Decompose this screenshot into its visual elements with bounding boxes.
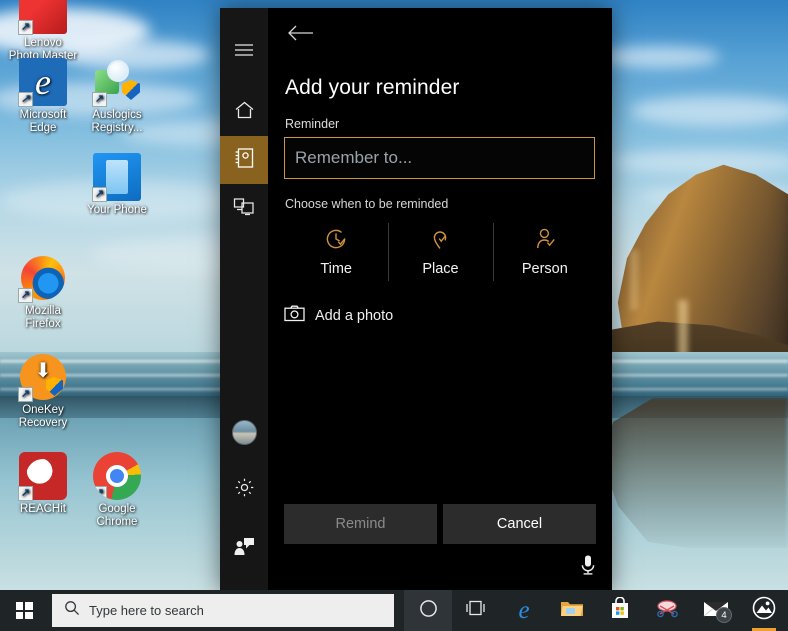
cortana-button[interactable] <box>404 590 452 631</box>
hamburger-menu-button[interactable] <box>220 28 268 76</box>
home-icon <box>234 100 255 125</box>
snipping-tool-button[interactable] <box>644 590 692 631</box>
desktop-icon-label: Google Chrome <box>96 503 138 528</box>
desktop-icon-auslogics-registry[interactable]: Auslogics Registry... <box>74 58 160 135</box>
choice-time[interactable]: Time <box>284 221 388 285</box>
search-icon <box>64 600 80 621</box>
sidebar-item-home[interactable] <box>220 88 268 136</box>
add-photo-label: Add a photo <box>315 308 394 324</box>
back-row <box>284 8 597 62</box>
desktop-icon-lenovo-photo-master[interactable]: Lenovo Photo Master <box>0 0 86 63</box>
taskbar: Type here to search e 4 <box>0 590 788 631</box>
choice-place[interactable]: Place <box>388 221 492 285</box>
map-pin-check-icon <box>428 227 452 256</box>
reminder-trigger-choices: Time Place Person <box>284 221 597 285</box>
hamburger-icon <box>234 43 254 62</box>
task-view-icon <box>465 599 487 622</box>
cortana-panel: Add your reminder Reminder Choose when t… <box>220 8 612 592</box>
choice-label: Person <box>521 261 568 277</box>
microphone-icon <box>579 554 597 581</box>
photos-button[interactable] <box>740 590 788 631</box>
cortana-rail <box>220 8 268 592</box>
desktop-icon-label: Microsoft Edge <box>19 109 67 134</box>
gear-icon <box>234 477 255 503</box>
choice-label: Place <box>422 261 459 277</box>
firefox-icon <box>18 254 67 303</box>
microphone-button[interactable] <box>577 554 599 580</box>
desktop-icon-onekey-recovery[interactable]: ⬇ OneKey Recovery <box>0 353 86 430</box>
desktop-icon-your-phone[interactable]: Your Phone <box>74 153 160 217</box>
devices-icon <box>233 196 255 221</box>
windows-start-icon <box>15 602 33 619</box>
user-account-button[interactable] <box>220 408 268 456</box>
cortana-content: Add your reminder Reminder Choose when t… <box>268 8 613 592</box>
feedback-icon <box>233 536 255 561</box>
clock-check-icon <box>324 227 348 256</box>
desktop-icon-label: REACHit <box>19 503 66 515</box>
chrome-icon <box>93 452 141 500</box>
choose-when-label: Choose when to be reminded <box>285 197 449 211</box>
taskbar-search-box[interactable]: Type here to search <box>52 594 394 627</box>
notebook-icon <box>234 147 255 174</box>
mail-badge-count: 4 <box>716 607 732 623</box>
cloud <box>630 96 788 126</box>
choice-person[interactable]: Person <box>492 221 597 285</box>
cancel-button[interactable]: Cancel <box>443 504 596 544</box>
desktop-icon-label: Mozilla Firefox <box>25 305 61 330</box>
folder-icon <box>560 598 584 623</box>
person-check-icon <box>533 227 557 256</box>
desktop-icon-mozilla-firefox[interactable]: Mozilla Firefox <box>0 254 86 331</box>
sidebar-item-notebook[interactable] <box>220 136 268 184</box>
auslogics-registry-icon <box>92 58 141 107</box>
snip-scissors-icon <box>655 597 681 624</box>
lenovo-photo-master-icon <box>18 0 67 35</box>
desktop-icon-label: Auslogics Registry... <box>91 109 143 134</box>
action-buttons: Remind Cancel <box>284 504 596 544</box>
cortana-circle-icon <box>419 599 438 623</box>
edge-icon: e <box>518 597 530 624</box>
store-bag-icon <box>610 596 630 624</box>
microsoft-store-button[interactable] <box>596 590 644 631</box>
page-title: Add your reminder <box>285 76 460 99</box>
back-arrow-icon <box>287 24 315 47</box>
file-explorer-button[interactable] <box>548 590 596 631</box>
cloud <box>612 150 788 174</box>
remind-button[interactable]: Remind <box>284 504 437 544</box>
desktop-icon-google-chrome[interactable]: Google Chrome <box>74 452 160 529</box>
edge-taskbar-button[interactable]: e <box>500 590 548 631</box>
rock-highlight <box>630 250 638 310</box>
desktop-icon-label: OneKey Recovery <box>18 404 68 429</box>
reminder-field-label: Reminder <box>285 117 340 131</box>
settings-button[interactable] <box>220 466 268 514</box>
mail-button[interactable]: 4 <box>692 590 740 631</box>
desktop-icon-label: Your Phone <box>87 204 147 216</box>
reminder-input[interactable] <box>284 137 595 179</box>
choice-label: Time <box>320 261 352 277</box>
task-view-button[interactable] <box>452 590 500 631</box>
camera-icon <box>284 305 305 327</box>
search-placeholder: Type here to search <box>89 603 204 618</box>
sidebar-item-devices[interactable] <box>220 184 268 232</box>
feedback-button[interactable] <box>220 524 268 572</box>
your-phone-icon <box>92 153 141 202</box>
edge-icon: e <box>18 58 67 107</box>
cloud <box>600 46 720 68</box>
onekey-recovery-icon: ⬇ <box>18 353 67 402</box>
back-button[interactable] <box>284 20 318 50</box>
reachit-icon <box>18 452 67 501</box>
add-photo-button[interactable]: Add a photo <box>284 305 597 327</box>
avatar <box>231 419 257 445</box>
start-button[interactable] <box>0 590 48 631</box>
photos-icon <box>752 596 776 625</box>
